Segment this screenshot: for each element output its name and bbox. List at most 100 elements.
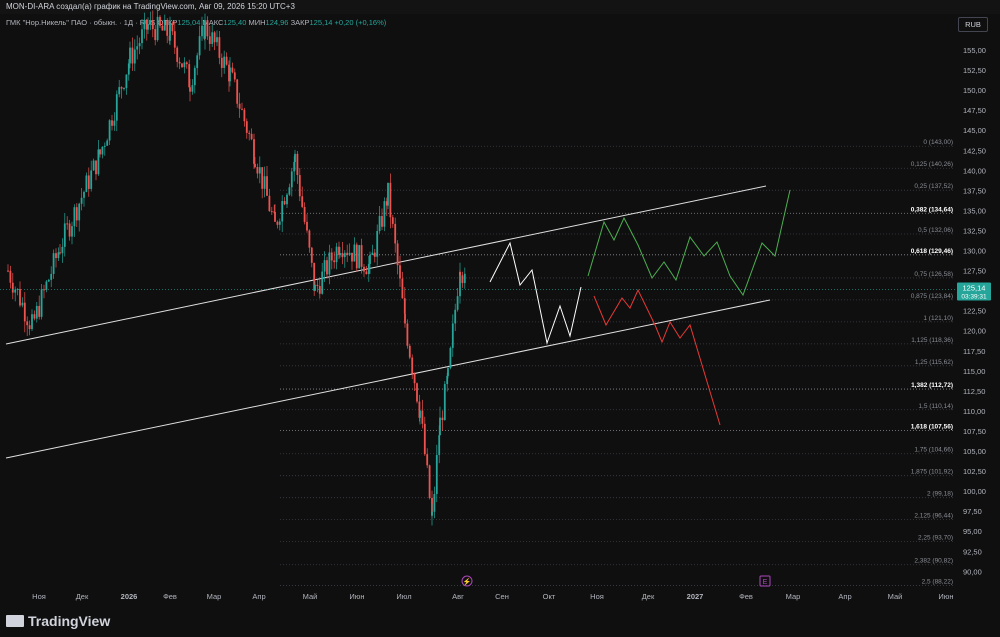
candle-body [308,230,311,248]
price-tick-label: 107,50 [963,427,986,436]
time-tick-label: Дек [76,592,89,601]
candle-body [138,43,141,47]
tradingview-logo[interactable]: TradingView [6,613,110,629]
candle-body [318,286,321,294]
candle [321,262,324,295]
candle-body [35,305,38,319]
candle [396,240,399,275]
candle [223,50,226,74]
candle-body [87,175,90,189]
projection-paths[interactable] [489,189,791,426]
price-tick-label: 127,50 [963,267,986,276]
candle-body [389,182,392,218]
candle-body [301,196,304,207]
candle [411,354,414,380]
candle-body [278,221,281,225]
candle-body [326,260,328,275]
candle [290,167,293,197]
candle [118,79,121,98]
candle [206,16,209,40]
time-axis[interactable]: Ноя Дек 2026 Фев Мар Апр Май Июн Июл Авг Сен Окт Ноя… [32,592,953,601]
candle-body [343,252,346,258]
candle [193,65,196,94]
candle [358,244,361,269]
time-tick-label: 2027 [687,592,704,601]
candle [154,24,157,46]
candle [218,30,221,65]
time-tick-label: Май [888,592,903,601]
price-tick-label: 140,00 [963,166,986,175]
candle [149,11,152,31]
candle [75,203,78,227]
candle-body [286,194,288,205]
price-tick-label: 137,50 [963,186,986,195]
candle-body [218,37,221,58]
fib-level-label: 1,382 (112,72) [911,382,953,389]
candle [296,151,299,184]
candle [419,409,421,425]
candle-body [404,313,406,324]
candle [456,287,459,312]
candle-body [358,245,361,269]
candle [173,21,176,55]
candle-body [101,146,104,155]
candle-body [11,282,14,293]
candle-body [435,454,438,495]
event-markers[interactable]: ⚡ E [461,575,771,587]
price-axis[interactable]: 155,00 152,50 150,00 147,50 145,00 142,50 140,… [963,46,986,576]
candle-body [254,163,256,167]
candle-body [125,74,128,88]
fib-level-label: 2,382 (90,82) [914,558,953,565]
candle-body [323,260,326,272]
candle-body [204,20,206,39]
candle-body [66,223,69,225]
fib-level-label: 1,875 (101,92) [911,469,953,476]
candle [92,158,95,171]
candle-body [248,132,251,134]
candle-body [316,284,319,287]
candle-body [43,289,45,291]
candle-body [383,201,386,227]
candle-body [118,87,121,95]
candle-body [14,289,17,293]
candle-body [276,221,279,225]
candle [236,78,239,108]
candle-body [310,247,313,263]
candle [201,16,203,41]
time-tick-label: Июл [396,592,411,601]
bullish-scenario-path [587,189,791,297]
candle [28,320,31,336]
candle [381,208,383,231]
candle [303,202,306,225]
candle-body [193,68,196,86]
candle-body [189,87,191,92]
price-tick-label: 130,00 [963,247,986,256]
candle-body [21,302,24,306]
candle-body [45,281,48,290]
candle-body [156,16,159,41]
candle-body [225,56,228,65]
candle [413,372,416,391]
candle-body [296,153,299,176]
candle-body [108,120,111,141]
candle-body [263,176,266,189]
candle-body [447,368,449,376]
candle-body [151,20,154,30]
candle [389,173,392,229]
candle [281,195,284,233]
candle-body [97,149,100,175]
candle-body [394,223,397,244]
candle-body [298,175,301,197]
price-chart[interactable]: 0 (143,00) 0,125 (140,26) 0,25 (137,52) 0,3… [0,0,1000,607]
candle-body [456,296,459,310]
bar-countdown: 03:39:31 [961,293,987,300]
candle [365,265,368,275]
candle [371,244,374,256]
candle [286,193,288,208]
price-tick-label: 90,00 [963,567,982,576]
candle-body [26,321,29,326]
candle-body [159,16,161,26]
candle [66,216,69,230]
candle-body [23,302,26,322]
upper-channel-line [5,185,767,345]
